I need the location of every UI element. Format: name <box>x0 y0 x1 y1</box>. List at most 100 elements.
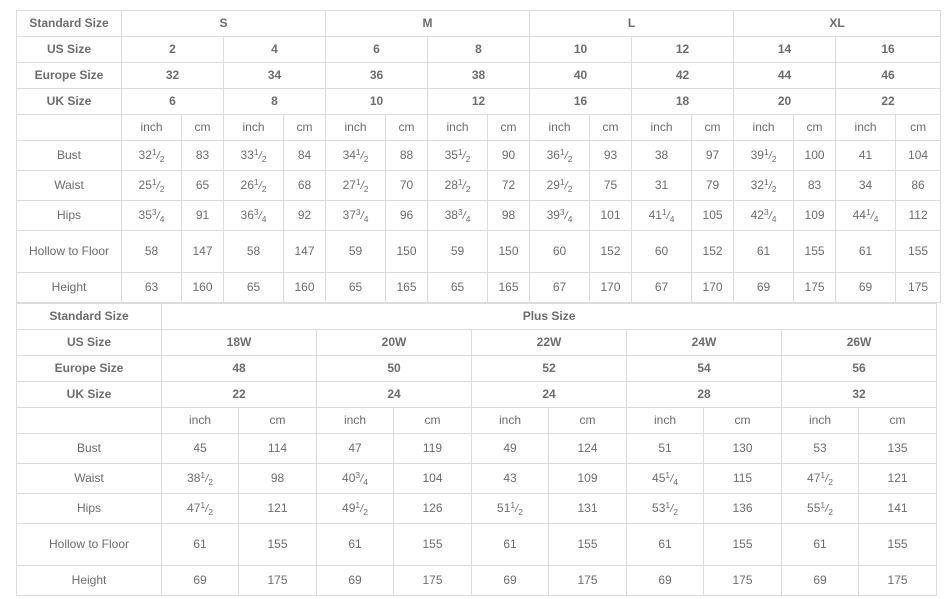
blank-corner-cell <box>16 114 122 141</box>
uk-size-value: 16 <box>529 88 633 115</box>
row-label-height: Height <box>16 272 122 303</box>
table-row: Waist 251/2 65 261/2 68 271/2 70 281/2 7… <box>16 170 942 201</box>
waist-cm-value: 115 <box>703 463 782 494</box>
hollow-cm-value: 150 <box>487 230 531 273</box>
header-standard-size: Standard Size <box>16 303 162 330</box>
us-size-value: 22W <box>471 329 627 356</box>
row-label-bust: Bust <box>16 433 162 464</box>
bust-inch-value: 45 <box>161 433 239 464</box>
bust-inch-value: 321/2 <box>121 140 182 171</box>
header-standard-size: Standard Size <box>16 10 122 37</box>
bust-inch-value: 49 <box>471 433 549 464</box>
europe-size-value: 42 <box>631 62 735 89</box>
hollow-cm-value: 147 <box>282 230 327 273</box>
bust-inch-value: 351/2 <box>427 140 489 171</box>
hips-cm-value: 92 <box>282 200 327 231</box>
uk-size-value: 20 <box>733 88 837 115</box>
hollow-cm-value: 150 <box>385 230 429 273</box>
waist-inch-value: 271/2 <box>325 170 387 201</box>
europe-size-value: 44 <box>733 62 837 89</box>
waist-cm-value: 75 <box>589 170 633 201</box>
hips-cm-value: 136 <box>703 493 782 524</box>
table-row: Waist 381/2 98 403/4 104 43 109 451/4 11… <box>16 463 938 494</box>
unit-header-inch: inch <box>781 407 859 434</box>
bust-cm-value: 93 <box>589 140 633 171</box>
waist-inch-value: 43 <box>471 463 549 494</box>
table-row-us-size: US Size 2 4 6 8 10 12 14 16 <box>16 36 942 63</box>
us-size-value: 8 <box>427 36 531 63</box>
europe-size-value: 48 <box>161 355 317 382</box>
europe-size-value: 38 <box>427 62 531 89</box>
waist-cm-value: 98 <box>238 463 317 494</box>
bust-inch-value: 331/2 <box>223 140 284 171</box>
group-header-xl: XL <box>733 10 942 37</box>
waist-cm-value: 72 <box>487 170 531 201</box>
table-row-standard-size: Standard Size S M L XL <box>16 10 942 37</box>
height-inch-value: 65 <box>223 272 284 303</box>
plus-size-table: Standard Size Plus Size US Size 18W 20W … <box>16 303 938 596</box>
bust-cm-value: 104 <box>895 140 942 171</box>
hollow-inch-value: 61 <box>626 523 704 566</box>
europe-size-value: 32 <box>121 62 224 89</box>
hollow-cm-value: 155 <box>857 523 938 566</box>
unit-header-cm: cm <box>793 114 837 141</box>
us-size-value: 10 <box>529 36 633 63</box>
unit-header-cm: cm <box>691 114 735 141</box>
table-row-uk-size: UK Size 22 24 24 28 32 <box>16 381 938 408</box>
height-cm-value: 175 <box>857 565 938 596</box>
bust-cm-value: 100 <box>793 140 837 171</box>
table-row: Hollow to Floor 61 155 61 155 61 155 61 … <box>16 523 938 566</box>
waist-cm-value: 86 <box>895 170 942 201</box>
height-cm-value: 165 <box>385 272 429 303</box>
bust-inch-value: 51 <box>626 433 704 464</box>
size-chart-container: Standard Size S M L XL US Size 2 4 6 8 1… <box>0 0 952 596</box>
unit-header-cm: cm <box>589 114 633 141</box>
height-cm-value: 175 <box>703 565 782 596</box>
hollow-inch-value: 60 <box>529 230 591 273</box>
bust-cm-value: 124 <box>548 433 627 464</box>
bust-inch-value: 41 <box>835 140 897 171</box>
height-inch-value: 69 <box>161 565 239 596</box>
row-label-hollow-to-floor: Hollow to Floor <box>16 523 162 566</box>
unit-header-inch: inch <box>316 407 394 434</box>
row-label-hips: Hips <box>16 200 122 231</box>
uk-size-value: 22 <box>161 381 317 408</box>
hollow-inch-value: 60 <box>631 230 693 273</box>
row-label-bust: Bust <box>16 140 122 171</box>
hollow-inch-value: 61 <box>835 230 897 273</box>
table-row: Hips 471/2 121 491/2 126 511/2 131 531/2… <box>16 493 938 524</box>
height-inch-value: 69 <box>316 565 394 596</box>
group-header-plus-size: Plus Size <box>160 303 938 330</box>
hips-cm-value: 121 <box>238 493 317 524</box>
height-cm-value: 175 <box>895 272 942 303</box>
height-cm-value: 160 <box>181 272 224 303</box>
hips-inch-value: 373/4 <box>325 200 387 231</box>
hollow-cm-value: 155 <box>703 523 782 566</box>
uk-size-value: 24 <box>316 381 472 408</box>
height-inch-value: 69 <box>471 565 549 596</box>
unit-header-cm: cm <box>895 114 942 141</box>
table-row-standard-size: Standard Size Plus Size <box>16 303 938 330</box>
waist-inch-value: 251/2 <box>121 170 182 201</box>
hollow-inch-value: 61 <box>733 230 795 273</box>
europe-size-value: 52 <box>471 355 627 382</box>
us-size-value: 20W <box>316 329 472 356</box>
uk-size-value: 32 <box>780 381 938 408</box>
waist-inch-value: 31 <box>631 170 693 201</box>
unit-header-inch: inch <box>161 407 239 434</box>
standard-size-table: Standard Size S M L XL US Size 2 4 6 8 1… <box>16 10 942 303</box>
group-header-m: M <box>325 10 531 37</box>
hips-cm-value: 98 <box>487 200 531 231</box>
unit-header-inch: inch <box>471 407 549 434</box>
bust-cm-value: 135 <box>857 433 938 464</box>
unit-header-cm: cm <box>703 407 782 434</box>
table-row: Height 69 175 69 175 69 175 69 175 69 17… <box>16 565 938 596</box>
table-row-us-size: US Size 18W 20W 22W 24W 26W <box>16 329 938 356</box>
unit-header-inch: inch <box>733 114 795 141</box>
waist-cm-value: 70 <box>385 170 429 201</box>
hollow-inch-value: 61 <box>781 523 859 566</box>
unit-header-cm: cm <box>857 407 938 434</box>
waist-inch-value: 321/2 <box>733 170 795 201</box>
header-europe-size: Europe Size <box>16 355 162 382</box>
uk-size-value: 18 <box>631 88 735 115</box>
